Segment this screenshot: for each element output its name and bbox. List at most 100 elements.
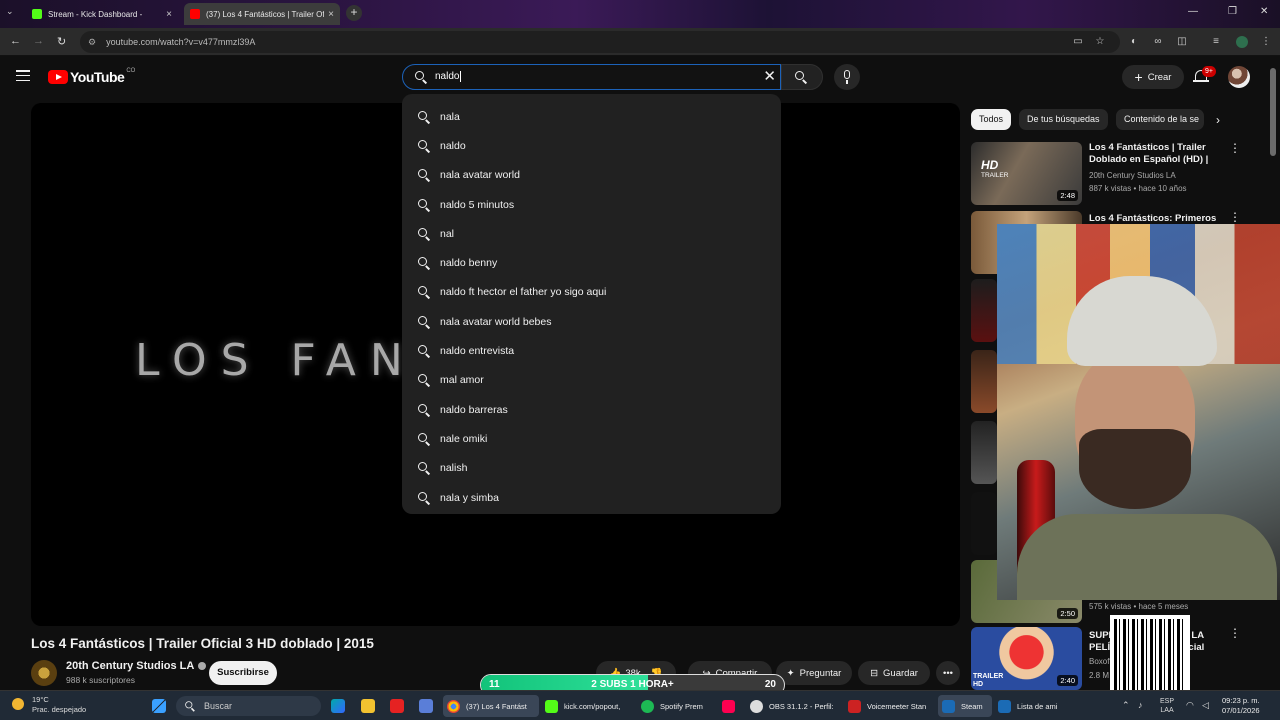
save-button[interactable]: ⊟ Guardar (858, 661, 930, 685)
chrome-icon (447, 699, 460, 713)
suggestion-item[interactable]: nalish (402, 454, 781, 483)
taskbar-app-obs[interactable]: OBS 31.1.2 - Perfil: (750, 695, 840, 717)
video-frame-title-text: LOS FAN (135, 335, 417, 386)
clock-date: 07/01/2026 (1222, 706, 1260, 715)
recommendation-thumbnail[interactable] (971, 279, 997, 342)
channel-avatar[interactable] (31, 660, 57, 686)
system-clock[interactable]: 09:23 p. m. 07/01/2026 (1222, 696, 1260, 716)
suggestion-item[interactable]: nala avatar world bebes (402, 307, 781, 336)
weather-description: Prac. despejado (32, 705, 87, 714)
suggestion-item[interactable]: nala (402, 102, 781, 131)
tab-close-icon[interactable]: × (166, 9, 172, 20)
profile-icon[interactable] (1236, 36, 1248, 48)
logo-wordmark: YouTube (70, 69, 125, 85)
search-icon (418, 257, 430, 269)
steam-friends-icon (998, 699, 1011, 713)
search-button[interactable] (781, 64, 823, 90)
create-button[interactable]: + Crear (1122, 65, 1184, 89)
suggestion-item[interactable]: nala y simba (402, 483, 781, 512)
tab-youtube-video[interactable]: (37) Los 4 Fantásticos | Trailer Of × (184, 3, 340, 25)
suggestion-item[interactable]: naldo (402, 131, 781, 160)
store-icon[interactable] (419, 699, 433, 713)
youtube-logo[interactable]: YouTube CO (48, 68, 135, 85)
youtube-app-icon[interactable] (390, 699, 404, 713)
extension-link-icon[interactable]: ∞ (1152, 36, 1164, 48)
recommendation-thumbnail[interactable]: HD TRAILER 2:48 (971, 142, 1082, 205)
network-icon[interactable]: ◠ (1186, 700, 1194, 711)
edge-icon[interactable] (331, 699, 345, 713)
back-button[interactable]: ← (10, 35, 21, 47)
file-explorer-icon[interactable] (361, 699, 375, 713)
extension-icon[interactable]: ◐ (1128, 36, 1140, 48)
volume-icon[interactable]: ◁ (1202, 700, 1209, 711)
address-bar[interactable]: ⚙ youtube.com/watch?v=v477mmzl39A (80, 31, 1120, 53)
suggestion-item[interactable]: naldo ft hector el father yo sigo aqui (402, 278, 781, 307)
suggestion-item[interactable]: naldo barreras (402, 395, 781, 424)
chip-from-searches[interactable]: De tus búsquedas (1019, 109, 1108, 130)
maximize-button[interactable]: ❐ (1228, 6, 1237, 17)
plus-icon: + (1134, 69, 1143, 85)
suggestion-item[interactable]: naldo 5 minutos (402, 190, 781, 219)
channel-name[interactable]: 20th Century Studios LA (66, 660, 207, 672)
tray-mic-icon[interactable]: ♪ (1138, 700, 1143, 710)
tab-close-icon[interactable]: × (328, 9, 334, 20)
youtube-play-icon (48, 70, 68, 84)
site-info-icon[interactable]: ⚙ (88, 37, 96, 48)
voice-search-button[interactable] (834, 64, 860, 90)
taskbar-app-tiktok[interactable] (722, 695, 742, 717)
extensions-puzzle-icon[interactable]: ◫ (1176, 36, 1188, 48)
reload-button[interactable]: ↻ (57, 35, 66, 48)
recommendation-thumbnail[interactable] (971, 350, 997, 413)
windows-start-icon[interactable] (152, 699, 166, 713)
language-indicator[interactable]: ESP LAA (1160, 697, 1174, 715)
subscribe-button[interactable]: Suscribirse (209, 661, 277, 685)
tray-overflow-icon[interactable]: ⌃ (1122, 700, 1130, 711)
search-input[interactable]: naldo ✕ (402, 64, 781, 90)
search-icon (418, 286, 430, 298)
more-options-icon[interactable]: ⋮ (1229, 211, 1241, 223)
taskbar-app-voicemeeter[interactable]: Voicemeeter Stan (848, 695, 932, 717)
chrome-menu-icon[interactable]: ⋮ (1260, 36, 1272, 48)
suggestion-item[interactable]: naldo benny (402, 248, 781, 277)
suggestion-item[interactable]: nala avatar world (402, 161, 781, 190)
account-avatar[interactable] (1228, 66, 1250, 88)
taskbar-app-chrome[interactable]: (37) Los 4 Fantást (443, 695, 539, 717)
chips-next-chevron-icon[interactable]: › (1216, 113, 1220, 127)
new-tab-button[interactable]: + (346, 5, 362, 21)
search-icon (418, 345, 430, 357)
recommendation-thumbnail[interactable] (971, 421, 997, 484)
ask-button[interactable]: ✦ Preguntar (776, 661, 852, 685)
chip-related-content[interactable]: Contenido de la se (1116, 109, 1204, 130)
recommendation-item[interactable]: HD TRAILER 2:48 Los 4 Fantásticos | Trai… (971, 142, 1261, 206)
tab-search-chevron-icon[interactable]: ⌄ (6, 6, 14, 17)
suggestion-item[interactable]: nale omiki (402, 424, 781, 453)
chip-all[interactable]: Todos (971, 109, 1012, 130)
close-window-button[interactable]: ✕ (1260, 6, 1268, 17)
subscriber-count: 988 k suscriptores (66, 675, 135, 685)
taskbar-app-steam[interactable]: Steam (938, 695, 992, 717)
recommendation-thumbnail[interactable] (971, 492, 997, 555)
minimize-button[interactable]: — (1188, 6, 1198, 17)
suggestion-item[interactable]: mal amor (402, 366, 781, 395)
taskbar-app-kick[interactable]: kick.com/popout, (545, 695, 633, 717)
more-actions-button[interactable]: ••• (936, 661, 960, 685)
recommendation-thumbnail[interactable]: TRAILER HD 2:40 (971, 627, 1082, 690)
taskbar-app-spotify[interactable]: Spotify Prem (641, 695, 717, 717)
suggestion-item[interactable]: naldo entrevista (402, 336, 781, 365)
tab-kick-dashboard[interactable]: Stream - Kick Dashboard - × (26, 3, 178, 25)
reading-list-icon[interactable]: ≡ (1210, 36, 1222, 48)
suggestion-item[interactable]: nal (402, 219, 781, 248)
clear-search-icon[interactable]: ✕ (763, 68, 776, 86)
suggestion-text: naldo ft hector el father yo sigo aqui (440, 286, 607, 299)
taskbar-app-friends-list[interactable]: Lista de ami (998, 695, 1070, 717)
guide-menu-icon[interactable] (16, 70, 30, 82)
forward-button[interactable]: → (33, 35, 44, 47)
page-scrollbar[interactable] (1270, 68, 1276, 156)
more-options-icon[interactable]: ⋮ (1229, 142, 1241, 154)
weather-widget[interactable]: 19°C Prac. despejado (12, 695, 86, 715)
taskbar-search[interactable]: Buscar (176, 696, 321, 716)
install-app-icon[interactable]: ▭ (1072, 36, 1084, 48)
more-options-icon[interactable]: ⋮ (1229, 627, 1241, 639)
taskbar-app-label: (37) Los 4 Fantást (466, 701, 527, 711)
bookmark-star-icon[interactable]: ☆ (1094, 36, 1106, 48)
